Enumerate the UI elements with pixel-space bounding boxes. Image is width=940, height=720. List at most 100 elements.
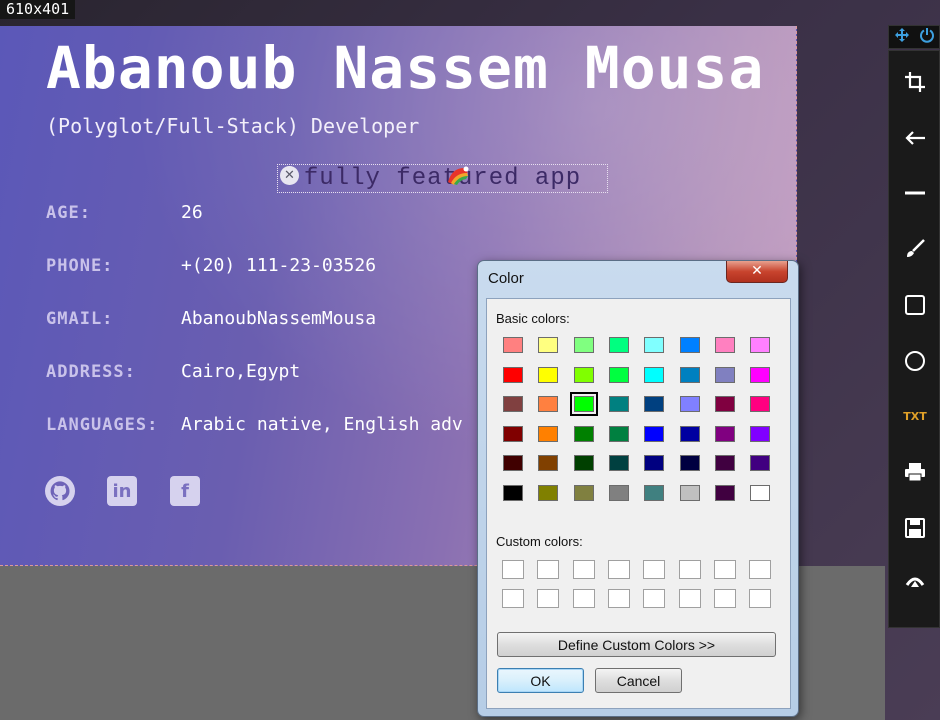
- color-swatch[interactable]: [679, 455, 700, 471]
- color-swatch[interactable]: [608, 396, 629, 412]
- color-dialog: Color ✕ Basic colors: Custom colors: Def…: [477, 260, 799, 717]
- color-swatch[interactable]: [538, 484, 559, 501]
- cancel-button[interactable]: Cancel: [595, 668, 682, 693]
- color-swatch[interactable]: [644, 455, 665, 471]
- define-custom-colors-button[interactable]: Define Custom Colors >>: [497, 632, 776, 657]
- capture-size-label: 610x401: [0, 0, 76, 19]
- color-swatch[interactable]: [714, 396, 735, 412]
- color-swatch[interactable]: [538, 366, 559, 383]
- custom-color-swatch[interactable]: [537, 560, 560, 579]
- dialog-body: Basic colors: Custom colors: Define Cust…: [486, 298, 791, 709]
- linkedin-icon[interactable]: in: [107, 476, 137, 506]
- color-swatch[interactable]: [679, 484, 700, 501]
- close-icon[interactable]: ✕: [280, 166, 299, 185]
- text-annotation[interactable]: fully featured app: [277, 164, 608, 193]
- ok-button[interactable]: OK: [497, 668, 584, 693]
- color-swatch[interactable]: [503, 366, 523, 383]
- color-swatch[interactable]: [573, 337, 594, 353]
- color-swatch[interactable]: [569, 392, 598, 416]
- color-swatch[interactable]: [573, 455, 594, 471]
- toolbar-header: [888, 25, 940, 49]
- color-swatch[interactable]: [608, 337, 629, 353]
- custom-color-swatch[interactable]: [607, 589, 630, 608]
- custom-color-swatch[interactable]: [678, 560, 701, 579]
- color-swatch[interactable]: [714, 425, 735, 442]
- color-swatch[interactable]: [573, 366, 594, 383]
- custom-color-swatch[interactable]: [678, 589, 701, 608]
- color-swatch[interactable]: [503, 425, 523, 442]
- color-swatch[interactable]: [644, 396, 665, 412]
- custom-color-swatch[interactable]: [643, 589, 666, 608]
- color-swatch[interactable]: [608, 425, 629, 442]
- custom-color-swatch[interactable]: [502, 560, 524, 579]
- custom-color-swatch[interactable]: [713, 560, 736, 579]
- basic-colors-label: Basic colors:: [496, 311, 570, 326]
- custom-color-swatch[interactable]: [713, 589, 736, 608]
- arrow-left-icon[interactable]: [889, 118, 940, 158]
- color-swatch[interactable]: [503, 455, 523, 471]
- color-swatch[interactable]: [503, 337, 523, 353]
- brush-icon[interactable]: [889, 229, 940, 269]
- color-swatch[interactable]: [573, 425, 594, 442]
- move-icon[interactable]: [894, 27, 910, 47]
- power-icon[interactable]: [919, 27, 935, 47]
- color-swatch[interactable]: [608, 366, 629, 383]
- color-swatch[interactable]: [679, 396, 700, 412]
- color-swatch[interactable]: [538, 455, 559, 471]
- color-swatch[interactable]: [714, 337, 735, 353]
- color-swatch[interactable]: [714, 366, 735, 383]
- color-palette-icon[interactable]: [446, 164, 472, 186]
- color-swatch[interactable]: [538, 425, 559, 442]
- color-swatch[interactable]: [644, 337, 665, 353]
- languages-label: LANGUAGES:: [46, 415, 159, 435]
- annotation-toolbar: TXT: [888, 50, 940, 628]
- phone-value: +(20) 111-23-03526: [181, 255, 377, 276]
- custom-color-swatch[interactable]: [502, 589, 524, 608]
- line-icon[interactable]: [889, 173, 940, 213]
- custom-color-swatch[interactable]: [607, 560, 630, 579]
- color-swatch[interactable]: [750, 425, 771, 442]
- color-swatch[interactable]: [503, 396, 523, 412]
- text-tool-button[interactable]: TXT: [889, 396, 940, 436]
- color-swatch[interactable]: [750, 484, 771, 501]
- address-value: Cairo,Egypt: [181, 361, 301, 382]
- color-swatch[interactable]: [750, 366, 771, 383]
- color-swatch[interactable]: [608, 484, 629, 501]
- color-swatch[interactable]: [714, 455, 735, 471]
- color-swatch[interactable]: [608, 455, 629, 471]
- color-swatch[interactable]: [679, 425, 700, 442]
- color-swatch[interactable]: [573, 484, 594, 501]
- color-swatch[interactable]: [679, 366, 700, 383]
- ellipse-icon[interactable]: [889, 341, 940, 381]
- color-swatch[interactable]: [644, 425, 665, 442]
- color-swatch[interactable]: [644, 366, 665, 383]
- upload-icon[interactable]: [889, 563, 940, 603]
- color-swatch[interactable]: [503, 484, 523, 501]
- gmail-label: GMAIL:: [46, 309, 114, 329]
- crop-icon[interactable]: [889, 62, 940, 102]
- save-icon[interactable]: [889, 508, 940, 548]
- github-icon[interactable]: [45, 476, 75, 506]
- color-swatch[interactable]: [750, 396, 771, 412]
- print-icon[interactable]: [889, 452, 940, 492]
- custom-color-swatch[interactable]: [643, 560, 666, 579]
- color-swatch[interactable]: [538, 337, 559, 353]
- color-swatch[interactable]: [538, 396, 559, 412]
- color-swatch[interactable]: [714, 484, 735, 501]
- color-swatch[interactable]: [679, 337, 700, 353]
- custom-colors-label: Custom colors:: [496, 534, 583, 549]
- color-swatch[interactable]: [750, 455, 771, 471]
- custom-color-swatch[interactable]: [749, 560, 772, 579]
- color-swatch[interactable]: [750, 337, 771, 353]
- color-swatch[interactable]: [644, 484, 665, 501]
- custom-color-swatch[interactable]: [749, 589, 772, 608]
- custom-color-swatch[interactable]: [572, 560, 595, 579]
- facebook-icon[interactable]: f: [170, 476, 200, 506]
- rectangle-icon[interactable]: [889, 285, 940, 325]
- profile-name: Abanoub Nassem Mousa: [46, 34, 765, 102]
- custom-color-swatch[interactable]: [537, 589, 560, 608]
- languages-value: Arabic native, English adv: [181, 414, 463, 435]
- gmail-value: AbanoubNassemMousa: [181, 308, 377, 329]
- dialog-close-button[interactable]: ✕: [726, 261, 788, 283]
- custom-color-swatch[interactable]: [572, 589, 595, 608]
